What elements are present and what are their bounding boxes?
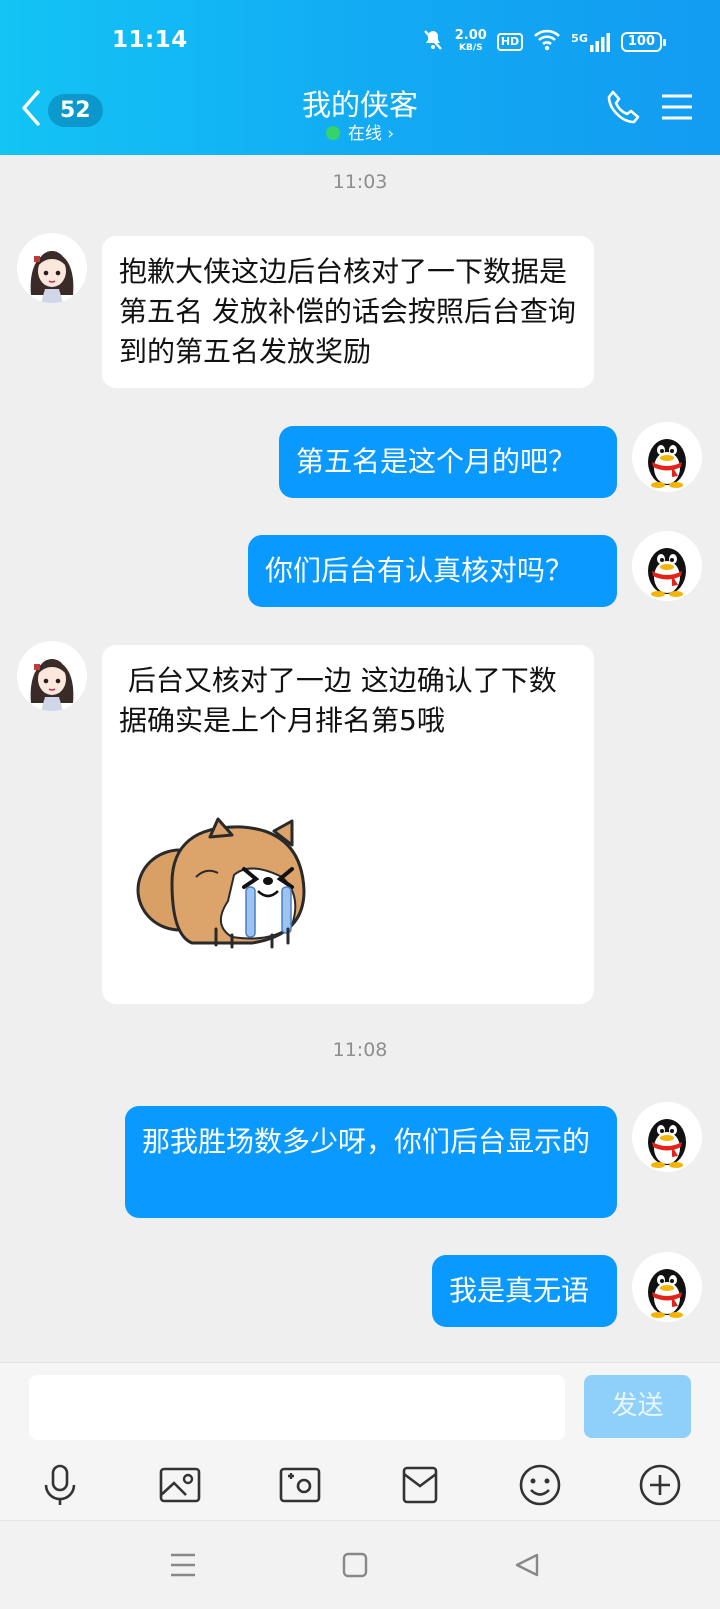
nav-back-button[interactable] (505, 1543, 549, 1587)
image-icon (159, 1467, 201, 1503)
mic-icon (44, 1464, 76, 1505)
penguin-avatar-icon (632, 1252, 702, 1322)
more-button[interactable] (636, 1461, 684, 1509)
camera-icon (279, 1467, 321, 1503)
message-text: 后台又核对了一边 这边确认了下数据确实是上个月排名第5哦 (119, 664, 557, 737)
contact-avatar[interactable] (17, 641, 87, 711)
mute-bell-icon (421, 28, 445, 56)
hd-badge: HD (496, 33, 524, 51)
phone-call-button[interactable] (604, 88, 642, 130)
nav-home-button[interactable] (333, 1543, 377, 1587)
timestamp: 11:03 (332, 171, 388, 193)
my-avatar[interactable] (632, 1252, 702, 1322)
penguin-avatar-icon (632, 422, 702, 492)
emoji-icon (519, 1464, 561, 1506)
status-time: 11:14 (112, 27, 188, 53)
my-avatar[interactable] (632, 422, 702, 492)
timestamp: 11:08 (332, 1039, 388, 1061)
penguin-avatar-icon (632, 1102, 702, 1172)
wifi-icon (533, 29, 561, 55)
message-bubble-outgoing[interactable]: 我是真无语 (432, 1255, 617, 1327)
contact-avatar[interactable] (17, 233, 87, 303)
message-text: 那我胜场数多少呀，你们后台显示的 (142, 1125, 591, 1158)
girl-avatar-icon (17, 233, 87, 303)
voice-button[interactable] (36, 1461, 84, 1509)
message-bubble-outgoing[interactable]: 那我胜场数多少呀，你们后台显示的 (125, 1106, 617, 1218)
message-text: 抱歉大侠这边后台核对了一下数据是第五名 发放补偿的话会按照后台查询到的第五名发放… (119, 255, 576, 368)
menu-lines-icon (171, 1553, 195, 1577)
phone-icon (607, 90, 640, 124)
square-home-icon (342, 1552, 368, 1578)
my-avatar[interactable] (632, 531, 702, 601)
message-bubble-incoming[interactable]: 抱歉大侠这边后台核对了一下数据是第五名 发放补偿的话会按照后台查询到的第五名发放… (102, 236, 594, 388)
message-input[interactable] (29, 1375, 565, 1440)
message-bubble-outgoing[interactable]: 你们后台有认真核对吗？ (248, 535, 617, 607)
my-avatar[interactable] (632, 1102, 702, 1172)
red-packet-button[interactable] (396, 1461, 444, 1509)
menu-button[interactable] (660, 93, 694, 125)
online-dot-icon (325, 126, 340, 140)
battery-indicator: 100 (620, 32, 667, 52)
penguin-avatar-icon (632, 531, 702, 601)
crying-shiba-sticker[interactable] (132, 817, 312, 968)
message-text: 我是真无语 (449, 1274, 590, 1307)
triangle-back-icon (515, 1553, 539, 1577)
send-button[interactable]: 发送 (584, 1375, 691, 1438)
nav-menu-button[interactable] (161, 1543, 205, 1587)
hamburger-icon (662, 94, 692, 120)
signal-icon: 5G (571, 32, 611, 52)
emoji-button[interactable] (516, 1461, 564, 1509)
girl-avatar-icon (17, 641, 87, 711)
photo-button[interactable] (156, 1461, 204, 1509)
input-area: 发送 (0, 1362, 720, 1521)
system-nav-bar (0, 1520, 720, 1609)
input-toolbar (0, 1461, 720, 1511)
net-speed: 2.00 KB/S (454, 28, 487, 53)
gift-icon (402, 1466, 438, 1504)
message-bubble-incoming[interactable]: 后台又核对了一边 这边确认了下数据确实是上个月排名第5哦 (102, 645, 594, 1004)
online-status-label: 在线 › (347, 124, 395, 144)
message-text: 你们后台有认真核对吗？ (265, 554, 574, 587)
camera-button[interactable] (276, 1461, 324, 1509)
message-text: 第五名是这个月的吧？ (296, 445, 577, 478)
message-bubble-outgoing[interactable]: 第五名是这个月的吧？ (279, 426, 617, 498)
status-icons: 2.00 KB/S HD 5G 100 (421, 28, 667, 56)
plus-icon (639, 1464, 681, 1506)
chat-header: 11:14 2.00 KB/S HD 5G 100 52 我的侠客 在线 › (0, 0, 720, 155)
